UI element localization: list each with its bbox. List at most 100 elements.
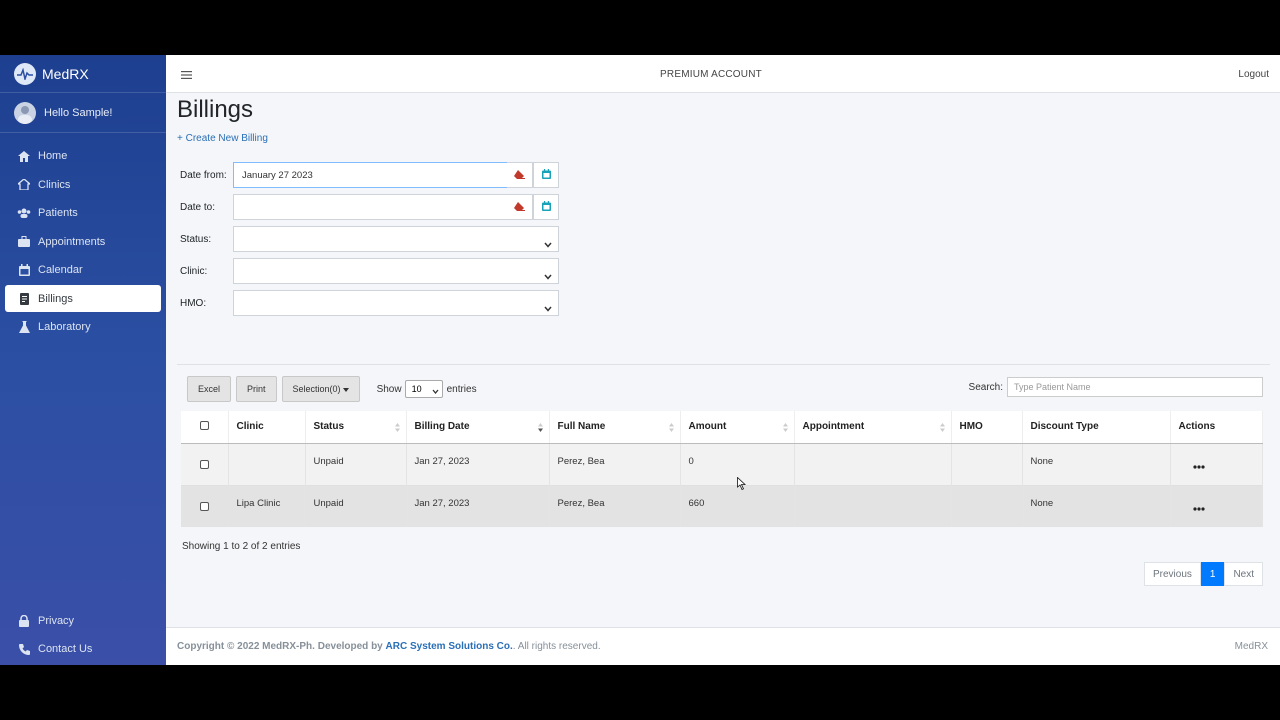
page-length-value: 10 bbox=[411, 384, 422, 394]
selection-dropdown-button[interactable]: Selection(0) bbox=[281, 376, 360, 402]
sidebar-item-label: Laboratory bbox=[38, 321, 91, 333]
column-header-appointment[interactable]: Appointment bbox=[794, 411, 952, 444]
entries-label: entries bbox=[446, 383, 477, 395]
search-input[interactable]: Type Patient Name bbox=[1007, 377, 1263, 397]
date-to-input[interactable] bbox=[233, 194, 507, 220]
create-billing-link[interactable]: + Create New Billing bbox=[177, 133, 268, 144]
cell-appointment bbox=[794, 484, 952, 527]
clinic-select[interactable] bbox=[233, 258, 559, 284]
row-checkbox[interactable] bbox=[200, 501, 209, 511]
cell-appointment bbox=[794, 442, 952, 485]
date-from-calendar-button[interactable] bbox=[533, 162, 559, 188]
chevron-down-icon bbox=[544, 267, 552, 285]
sort-icon bbox=[668, 423, 674, 435]
cell-actions bbox=[1170, 442, 1263, 485]
copyright: Copyright © 2022 MedRX-Ph. Developed by … bbox=[177, 641, 601, 652]
sidebar-item-label: Calendar bbox=[38, 264, 83, 276]
flask-icon bbox=[17, 320, 31, 334]
selection-label: Selection(0) bbox=[292, 384, 341, 394]
sidebar-item-billings[interactable]: Billings bbox=[5, 285, 161, 312]
print-button[interactable]: Print bbox=[236, 376, 277, 402]
mouse-cursor-icon bbox=[737, 476, 747, 495]
table-info: Showing 1 to 2 of 2 entries bbox=[182, 541, 301, 552]
clinic-icon bbox=[17, 178, 31, 192]
pagination: Previous 1 Next bbox=[1143, 562, 1263, 586]
column-header-status[interactable]: Status bbox=[305, 411, 407, 444]
previous-page-button[interactable]: Previous bbox=[1143, 562, 1201, 586]
main-content: Billings + Create New Billing Date from:… bbox=[177, 93, 1270, 586]
date-to-calendar-button[interactable] bbox=[533, 194, 559, 220]
page-length-select[interactable]: 10 bbox=[404, 380, 443, 398]
clear-date-from-button[interactable] bbox=[507, 162, 533, 188]
select-all-header bbox=[181, 411, 229, 444]
avatar bbox=[14, 101, 36, 124]
column-header-full-name[interactable]: Full Name bbox=[549, 411, 681, 444]
sidebar-item-appointments[interactable]: Appointments bbox=[5, 228, 161, 255]
clinic-row: Clinic: bbox=[180, 258, 559, 284]
table-row[interactable]: Lipa Clinic Unpaid Jan 27, 2023 Perez, B… bbox=[181, 484, 1263, 527]
sidebar-item-calendar[interactable]: Calendar bbox=[5, 257, 161, 284]
sidebar-item-contact[interactable]: Contact Us bbox=[5, 636, 161, 663]
users-icon bbox=[17, 206, 31, 220]
column-header-hmo[interactable]: HMO bbox=[951, 411, 1023, 444]
sidebar-item-privacy[interactable]: Privacy bbox=[5, 607, 161, 634]
sidebar-item-home[interactable]: Home bbox=[5, 143, 161, 170]
page-1-button[interactable]: 1 bbox=[1200, 562, 1225, 586]
sidebar-item-label: Home bbox=[38, 150, 68, 162]
cell-actions bbox=[1170, 484, 1263, 527]
date-to-row: Date to: bbox=[180, 194, 559, 220]
cell-discount-type: None bbox=[1022, 442, 1171, 485]
sidebar-item-patients[interactable]: Patients bbox=[5, 200, 161, 227]
lock-icon bbox=[17, 614, 31, 628]
cell-full-name: Perez, Bea bbox=[549, 484, 681, 527]
column-header-actions: Actions bbox=[1170, 411, 1263, 444]
hmo-select[interactable] bbox=[233, 290, 559, 316]
table-row[interactable]: Unpaid Jan 27, 2023 Perez, Bea 0 None bbox=[181, 442, 1263, 485]
brand-name: MedRX bbox=[42, 65, 89, 82]
select-all-checkbox[interactable] bbox=[200, 420, 209, 430]
more-actions-icon[interactable] bbox=[1192, 458, 1205, 472]
company-link[interactable]: ARC System Solutions Co. bbox=[386, 641, 513, 652]
date-from-input[interactable]: January 27 2023 bbox=[233, 162, 507, 188]
sidebar-item-label: Contact Us bbox=[38, 643, 93, 655]
calendar-icon bbox=[541, 166, 551, 184]
clinic-label: Clinic: bbox=[180, 265, 208, 277]
receipt-icon bbox=[17, 292, 31, 306]
cell-status: Unpaid bbox=[305, 484, 407, 527]
clear-date-to-button[interactable] bbox=[507, 194, 533, 220]
show-label: Show bbox=[376, 383, 402, 395]
status-label: Status: bbox=[180, 233, 212, 245]
hmo-row: HMO: bbox=[180, 290, 559, 316]
search-area: Search: Type Patient Name bbox=[969, 377, 1263, 397]
row-checkbox[interactable] bbox=[200, 459, 209, 469]
cell-hmo bbox=[951, 442, 1023, 485]
date-from-row: Date from: January 27 2023 bbox=[180, 162, 559, 188]
topbar: PREMIUM ACCOUNT Logout bbox=[166, 55, 1280, 93]
more-actions-icon[interactable] bbox=[1192, 500, 1205, 514]
column-header-amount[interactable]: Amount bbox=[680, 411, 795, 444]
footer-brand: MedRX bbox=[1234, 641, 1268, 652]
user-panel[interactable]: Hello Sample! bbox=[0, 93, 166, 133]
logout-link[interactable]: Logout bbox=[1238, 69, 1269, 80]
page-title: Billings bbox=[177, 96, 254, 123]
column-header-clinic[interactable]: Clinic bbox=[228, 411, 306, 444]
excel-button[interactable]: Excel bbox=[187, 376, 232, 402]
row-select-cell bbox=[181, 442, 229, 485]
sidebar-item-clinics[interactable]: Clinics bbox=[5, 171, 161, 198]
cell-billing-date: Jan 27, 2023 bbox=[406, 442, 550, 485]
copyright-prefix: Copyright © 2022 MedRX-Ph. Developed by bbox=[177, 641, 383, 652]
account-type-label: PREMIUM ACCOUNT bbox=[660, 69, 762, 80]
next-page-button[interactable]: Next bbox=[1224, 562, 1263, 586]
column-header-label: Actions bbox=[1178, 421, 1216, 433]
column-header-label: Status bbox=[313, 421, 345, 433]
column-header-discount-type[interactable]: Discount Type bbox=[1022, 411, 1171, 444]
column-header-billing-date[interactable]: Billing Date bbox=[406, 411, 550, 444]
status-select[interactable] bbox=[233, 226, 559, 252]
row-select-cell bbox=[181, 484, 229, 527]
cell-discount-type: None bbox=[1022, 484, 1171, 527]
sidebar-item-laboratory[interactable]: Laboratory bbox=[5, 314, 161, 341]
home-icon bbox=[17, 149, 31, 163]
billings-table: Clinic Status Billing Date Full Name Amo… bbox=[181, 411, 1263, 527]
brand-link[interactable]: MedRX bbox=[0, 55, 166, 93]
hmo-label: HMO: bbox=[180, 297, 207, 309]
